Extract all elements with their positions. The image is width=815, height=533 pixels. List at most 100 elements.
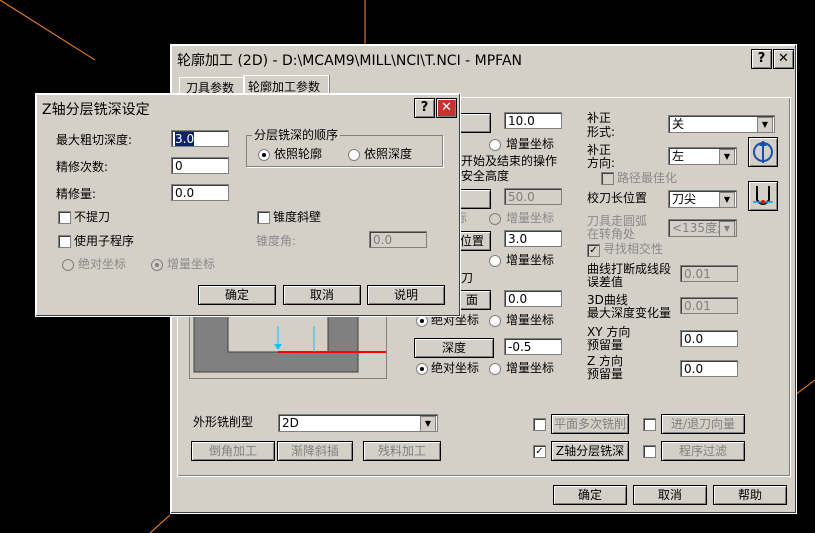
finish-cuts-field[interactable]: 0 <box>171 157 229 174</box>
question-icon[interactable]: ? <box>414 98 435 118</box>
finish-cuts-label: 精修次数: <box>56 160 109 174</box>
taper-walls-label: 锥度斜壁 <box>273 210 322 224</box>
by-depth-radio[interactable] <box>348 149 360 161</box>
comp-form-select[interactable]: 关 ▼ <box>668 115 775 133</box>
ops-label: 开始及结束的操作 <box>461 154 558 168</box>
help-button[interactable]: 帮助 <box>713 485 787 505</box>
tab-label: 轮廓加工参数 <box>248 80 321 94</box>
by-contour-label: 依照轮廓 <box>274 147 323 161</box>
chord-field[interactable]: 0.01 <box>680 265 738 282</box>
xy-stock-label: 预留量 <box>587 338 624 352</box>
arc-select[interactable]: <135度走 ▼ <box>668 219 737 237</box>
inc-radio-3[interactable] <box>489 255 501 267</box>
question-icon[interactable]: ? <box>751 49 772 69</box>
contour-type-label: 外形铣削型 <box>193 415 254 429</box>
chevron-down-icon: ▼ <box>719 221 735 237</box>
top-stock-field[interactable]: 0.0 <box>504 290 562 307</box>
ramp-button[interactable]: 渐降斜插 <box>277 441 353 461</box>
depthcuts-checkbox[interactable]: ✓ <box>533 445 546 458</box>
inc-radio[interactable] <box>151 259 163 271</box>
optimize-checkbox[interactable] <box>601 172 614 185</box>
abs-radio-5[interactable] <box>416 363 428 375</box>
dialog-cancel-button[interactable]: 取消 <box>283 285 361 305</box>
chevron-down-icon: ▼ <box>420 416 436 432</box>
xy-stock-field[interactable]: 0.0 <box>680 330 738 347</box>
inc-radio-5[interactable] <box>489 363 501 375</box>
find-intersect-label: 寻找相交性 <box>603 242 664 256</box>
no-retract-checkbox[interactable] <box>58 211 71 224</box>
taper-angle-field[interactable]: 0.0 <box>369 231 427 248</box>
chevron-down-icon: ▼ <box>719 192 735 208</box>
close-icon[interactable]: ✕ <box>773 49 794 69</box>
d3-label: 3D曲线 <box>587 293 628 307</box>
tip-label: 校刀长位置 <box>587 191 648 205</box>
d3-label: 最大深度变化量 <box>587 306 672 320</box>
comp-dir-label: 方向: <box>587 156 616 170</box>
finish-step-label: 精修量: <box>56 187 97 201</box>
find-intersect-checkbox[interactable]: ✓ <box>587 244 600 257</box>
inc-radio-2[interactable] <box>489 213 501 225</box>
abs-radio[interactable] <box>62 259 74 271</box>
z-stock-field[interactable]: 0.0 <box>680 360 738 377</box>
inc-label: 增量坐标 <box>506 253 555 267</box>
window-title: 轮廓加工 (2D) - D:\MCAM9\MILL\NCI\T.NCI - MP… <box>177 53 522 69</box>
multipass-button[interactable]: 平面多次铣削 <box>551 414 629 434</box>
z-stock-label: 预留量 <box>587 367 624 381</box>
dialog-titlebar: Z轴分层铣深设定 ? ✕ <box>38 96 458 118</box>
leadinout-checkbox[interactable] <box>643 418 656 431</box>
dialog-help-button[interactable]: 说明 <box>367 285 445 305</box>
depth-button[interactable]: 深度 <box>414 338 494 358</box>
depth-cuts-dialog: Z轴分层铣深设定 ? ✕ 最大粗切深度: 3.0 精修次数: 0 精修量: 0.… <box>35 93 461 317</box>
comp-form-label: 形式: <box>587 125 616 139</box>
contour-type-select[interactable]: 2D ▼ <box>278 414 438 432</box>
depth-field[interactable]: -0.5 <box>504 338 562 355</box>
dialog-ok-button[interactable]: 确定 <box>198 285 276 305</box>
z-stock-label: Z 方向 <box>587 354 624 368</box>
comp-dir-select[interactable]: 左 ▼ <box>668 147 737 165</box>
finish-step-field[interactable]: 0.0 <box>171 184 229 201</box>
clearance-field[interactable]: 10.0 <box>504 112 562 129</box>
use-subprogram-checkbox[interactable] <box>58 235 71 248</box>
ok-button[interactable]: 确定 <box>553 485 627 505</box>
chevron-down-icon: ▼ <box>757 117 773 133</box>
chord-label: 曲线打断成线段 <box>587 262 672 276</box>
inc-radio-1[interactable] <box>489 139 501 151</box>
tip-select[interactable]: 刀尖 ▼ <box>668 190 737 208</box>
remachine-button[interactable]: 残料加工 <box>363 441 441 461</box>
selected-text: 3.0 <box>175 132 195 146</box>
chevron-down-icon: ▼ <box>719 149 735 165</box>
optimize-label: 路径最佳化 <box>617 171 678 185</box>
tool-tip-icon[interactable] <box>748 181 778 211</box>
inc-label: 增量坐标 <box>506 211 555 225</box>
close-icon[interactable]: ✕ <box>436 98 457 118</box>
compensation-direction-icon[interactable] <box>748 137 778 167</box>
arc-label: 在转角处 <box>587 227 636 241</box>
depthcuts-button[interactable]: Z轴分层铣深 <box>551 441 629 461</box>
comp-form-label: 补正 <box>587 111 612 125</box>
max-rough-field[interactable]: 3.0 <box>171 130 229 147</box>
leadinout-button[interactable]: 进/退刀向量 <box>661 414 745 434</box>
max-rough-label: 最大粗切深度: <box>56 133 133 147</box>
filter-button[interactable]: 程序过滤 <box>661 441 745 461</box>
xy-stock-label: XY 方向 <box>587 325 631 339</box>
select-value: 2D <box>282 416 299 430</box>
comp-dir-label: 补正 <box>587 143 612 157</box>
filter-checkbox[interactable] <box>643 445 656 458</box>
retract-field[interactable]: 50.0 <box>504 188 562 205</box>
d3-field[interactable]: 0.01 <box>680 297 738 314</box>
cancel-button[interactable]: 取消 <box>633 485 707 505</box>
chamfer-button[interactable]: 倒角加工 <box>191 441 275 461</box>
multipass-checkbox[interactable] <box>533 418 546 431</box>
order-group-label: 分层铣深的顺序 <box>252 128 341 142</box>
inc-label: 增量坐标 <box>506 313 555 327</box>
taper-walls-checkbox[interactable] <box>257 211 270 224</box>
chord-label: 误差值 <box>587 275 624 289</box>
button-label: 位置 <box>459 234 484 248</box>
feed-plane-field[interactable]: 3.0 <box>504 230 562 247</box>
by-contour-radio[interactable] <box>258 149 270 161</box>
inc-label: 增量坐标 <box>506 361 555 375</box>
select-value: 刀尖 <box>672 192 697 206</box>
abs-label: 绝对坐标 <box>431 361 480 375</box>
no-retract-label: 不提刀 <box>74 210 111 224</box>
inc-radio-4[interactable] <box>489 315 501 327</box>
